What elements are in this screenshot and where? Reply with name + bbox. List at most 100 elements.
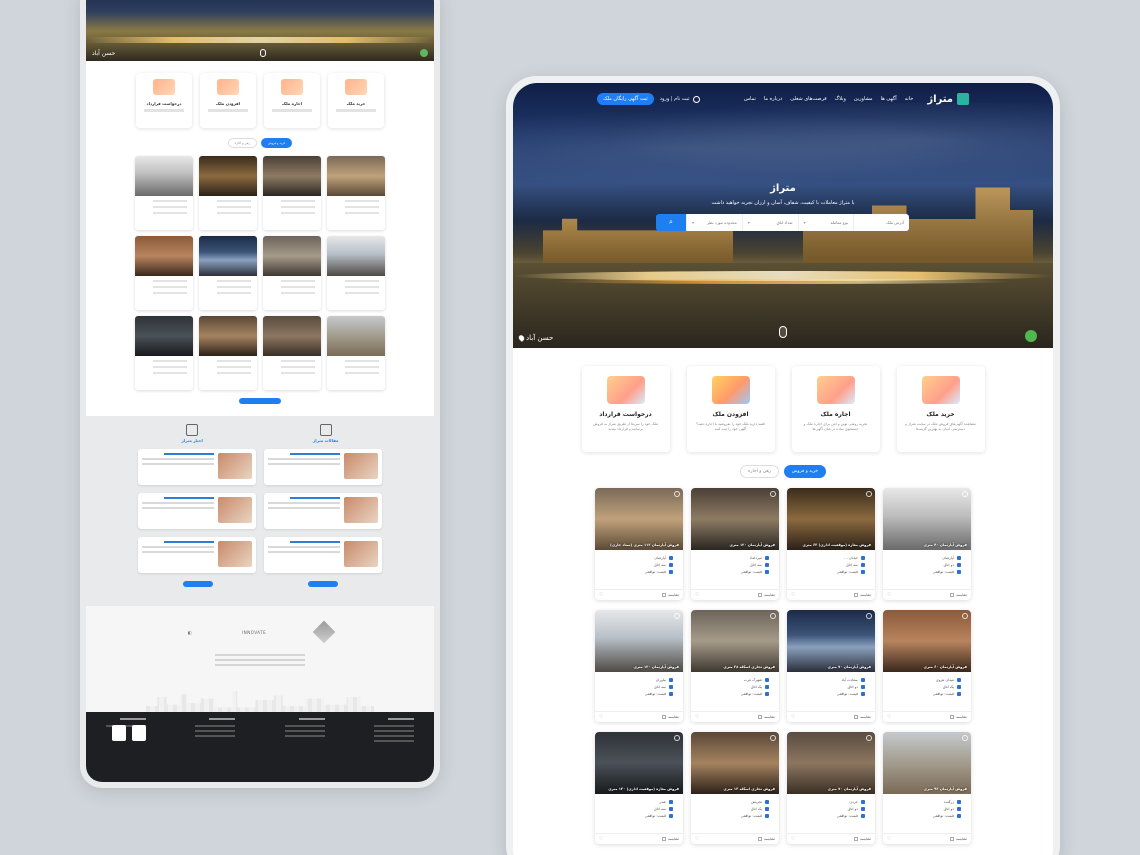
listing-card[interactable]: فروش آپارتمان ۹۳ متری زرگنده دو اتاق قیم… [883, 732, 971, 844]
left-tab-buy[interactable]: خرید و فروش [260, 138, 293, 148]
listing-photo[interactable]: فروش تجاری اسکله ۱۳ متری [691, 732, 779, 794]
listing-photo[interactable]: فروش تجاری اسکله ۳۸ متری [691, 610, 779, 672]
left-listing-card[interactable] [199, 316, 257, 390]
rooms-select[interactable]: تعداد اتاق ▾ [741, 214, 798, 231]
left-listing-card[interactable] [199, 236, 257, 310]
listing-photo[interactable]: فروش آپارتمان ۷۰ متری [787, 610, 875, 672]
left-listing-card[interactable] [263, 316, 321, 390]
compare-toggle[interactable]: مقایسه [662, 593, 679, 597]
left-scroll-indicator[interactable] [260, 49, 266, 57]
listing-photo[interactable]: فروش آپارتمان ۶۰ متری [883, 610, 971, 672]
compare-toggle[interactable]: مقایسه [854, 837, 871, 841]
deal-type-select[interactable]: نوع معامله ▾ [797, 214, 854, 231]
listing-card[interactable]: فروش آپارتمان ۷۰ متری سعادت آباد دو اتاق… [787, 610, 875, 722]
left-listing-card[interactable] [199, 156, 257, 230]
area-select[interactable]: محدوده مورد نظر ▾ [686, 214, 742, 231]
compare-toggle[interactable]: مقایسه [950, 715, 967, 719]
compare-toggle[interactable]: مقایسه [758, 715, 775, 719]
left-listing-card[interactable] [327, 236, 385, 310]
service-card-contract[interactable]: درخواست قرارداد ملک خود را سریعا از طریق … [581, 366, 670, 452]
compare-toggle[interactable]: مقایسه [854, 593, 871, 597]
listing-card[interactable]: فروش آپارتمان ۱۲۰ متری میرداماد سه اتاق … [691, 488, 779, 600]
left-more-news-button[interactable] [182, 581, 213, 587]
listing-card[interactable]: فروش مغازه (موقعیت اداری) ۶۳ متری خیابان… [787, 488, 875, 600]
favorite-heart-icon[interactable]: ♡ [887, 714, 891, 720]
listing-photo[interactable]: فروش آپارتمان ۱۳۰ متری [595, 610, 683, 672]
favorite-heart-icon[interactable]: ♡ [695, 714, 699, 720]
listing-photo[interactable]: فروش آپارتمان ۴۰ متری [883, 488, 971, 550]
listing-card[interactable]: فروش تجاری اسکله ۳۸ متری شهرک غرب یک اتا… [691, 610, 779, 722]
left-service-card[interactable]: اجاره ملک [264, 73, 320, 128]
favorite-heart-icon[interactable]: ♡ [791, 836, 795, 842]
listing-photo[interactable]: فروش مغازه (موقعیت اداری) ۶۳ متری [787, 488, 875, 550]
left-whatsapp-icon[interactable] [420, 49, 428, 57]
left-listing-card[interactable] [327, 156, 385, 230]
listing-photo[interactable]: فروش آپارتمان ۱۱۲ متری (ستاد جاری) [595, 488, 683, 550]
left-listing-card[interactable] [135, 236, 193, 310]
service-card-rent[interactable]: اجاره ملک تجربه روشی نوین و امن برای اجار… [791, 366, 880, 452]
favorite-heart-icon[interactable]: ♡ [791, 592, 795, 598]
trust-badge[interactable] [112, 725, 127, 741]
brand-logo[interactable]: متراژ [927, 93, 969, 105]
compare-toggle[interactable]: مقایسه [854, 715, 871, 719]
favorite-heart-icon[interactable]: ♡ [599, 836, 603, 842]
menu-item-home[interactable]: خانه [905, 96, 914, 102]
menu-item-about[interactable]: درباره ما [764, 96, 782, 102]
left-article-item[interactable] [138, 493, 256, 529]
listing-card[interactable]: فروش آپارتمان ۱۳۰ متری نیاوران سه اتاق ق… [595, 610, 683, 722]
listing-card[interactable]: فروش آپارتمان ۴۰ متری آپارتمان دو اتاق ق… [883, 488, 971, 600]
left-more-listings-button[interactable] [239, 398, 281, 404]
left-article-item[interactable] [138, 537, 256, 573]
compare-toggle[interactable]: مقایسه [758, 593, 775, 597]
favorite-heart-icon[interactable]: ♡ [887, 836, 891, 842]
left-listing-card[interactable] [135, 316, 193, 390]
tab-rent[interactable]: رهن و اجاره [739, 465, 779, 478]
listing-photo[interactable]: فروش آپارتمان ۱۲۰ متری [691, 488, 779, 550]
left-service-card[interactable]: درخواست قرارداد [136, 73, 192, 128]
left-service-card[interactable]: افزودن ملک [200, 73, 256, 128]
trust-badge[interactable] [132, 725, 147, 741]
left-article-item[interactable] [264, 493, 382, 529]
left-listing-card[interactable] [327, 316, 385, 390]
left-tab-rent[interactable]: رهن و اجاره [227, 138, 257, 148]
menu-item-blog[interactable]: وبلاگ [835, 96, 846, 102]
listing-photo[interactable]: فروش مغازه (موقعیت اداری) ۱۳۰ متری [595, 732, 683, 794]
menu-item-contact[interactable]: تماس [744, 96, 756, 102]
left-listing-card[interactable] [135, 156, 193, 230]
post-ad-button[interactable]: ثبت آگهی رایگان ملک [597, 93, 654, 105]
service-card-buy[interactable]: خرید ملک مشاهده آگهی‌های فروش ملک در سایت… [896, 366, 985, 452]
listing-card[interactable]: فروش آپارتمان ۱۱۲ متری (ستاد جاری) آپارت… [595, 488, 683, 600]
left-service-card[interactable]: خرید ملک [328, 73, 384, 128]
left-listing-card[interactable] [263, 236, 321, 310]
compare-toggle[interactable]: مقایسه [662, 715, 679, 719]
search-address-input[interactable]: آدرس ملک [853, 214, 909, 231]
menu-item-agents[interactable]: مشاورین [854, 96, 873, 102]
left-more-articles-button[interactable] [307, 581, 338, 587]
favorite-heart-icon[interactable]: ♡ [695, 836, 699, 842]
compare-toggle[interactable]: مقایسه [758, 837, 775, 841]
service-card-add[interactable]: افزودن ملک قصد دارید ملک خود را بفروشید ی… [686, 366, 775, 452]
compare-toggle[interactable]: مقایسه [950, 837, 967, 841]
favorite-heart-icon[interactable]: ♡ [599, 592, 603, 598]
menu-item-jobs[interactable]: فرصت‌های شغلی [790, 96, 826, 102]
listing-card[interactable]: فروش مغازه (موقعیت اداری) ۱۳۰ متری صدر س… [595, 732, 683, 844]
listing-photo[interactable]: فروش آپارتمان ۷۰ متری [787, 732, 875, 794]
listing-photo[interactable]: فروش آپارتمان ۹۳ متری [883, 732, 971, 794]
menu-item-ads[interactable]: آگهی ها [881, 96, 897, 102]
compare-toggle[interactable]: مقایسه [950, 593, 967, 597]
listing-card[interactable]: فروش آپارتمان ۶۰ متری میدان هروی یک اتاق… [883, 610, 971, 722]
favorite-heart-icon[interactable]: ♡ [791, 714, 795, 720]
favorite-heart-icon[interactable]: ♡ [599, 714, 603, 720]
listing-card[interactable]: فروش آپارتمان ۷۰ متری جردن دو اتاق قیمت:… [787, 732, 875, 844]
compare-toggle[interactable]: مقایسه [662, 837, 679, 841]
scroll-down-indicator[interactable] [779, 326, 787, 338]
listing-card[interactable]: فروش تجاری اسکله ۱۳ متری تجریش یک اتاق ق… [691, 732, 779, 844]
tab-buy-sell[interactable]: خرید و فروش [783, 465, 827, 478]
left-article-item[interactable] [264, 449, 382, 485]
whatsapp-icon[interactable] [1025, 330, 1037, 342]
login-link[interactable]: ثبت نام | ورود [660, 95, 700, 103]
left-article-item[interactable] [264, 537, 382, 573]
search-button[interactable]: ⌕ [656, 214, 686, 231]
left-article-item[interactable] [138, 449, 256, 485]
favorite-heart-icon[interactable]: ♡ [887, 592, 891, 598]
